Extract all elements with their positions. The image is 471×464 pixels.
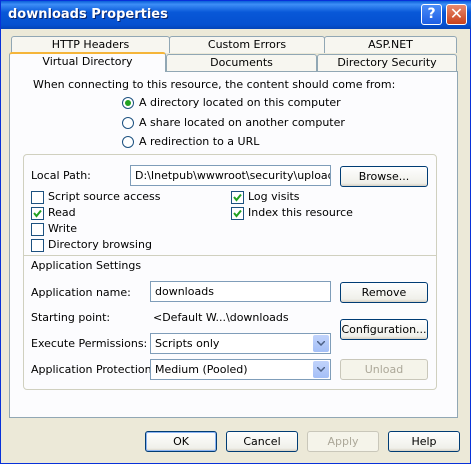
content-source-prompt: When connecting to this resource, the co… [33,78,396,91]
question-mark-icon: ? [427,6,436,22]
index-resource-label[interactable]: Index this resource [248,206,353,219]
tab-documents[interactable]: Documents [166,54,317,71]
apply-button[interactable]: Apply [307,431,379,452]
checkmark-icon [33,209,42,218]
help-title-button[interactable]: ? [421,4,442,25]
directory-browsing-label[interactable]: Directory browsing [48,238,152,251]
chevron-down-icon [317,367,325,372]
radio-network-share[interactable] [122,117,134,129]
write-label[interactable]: Write [48,222,77,235]
execute-permissions-value: Scripts only [155,337,220,350]
log-visits-label[interactable]: Log visits [248,190,300,203]
radio-url-redirect[interactable] [122,136,134,148]
checkbox-read[interactable] [31,207,44,220]
starting-point-value: <Default W...\downloads [153,311,289,324]
checkmark-icon [233,209,242,218]
configuration-button[interactable]: Configuration... [340,319,428,340]
checkbox-log-visits[interactable] [231,191,244,204]
application-settings-heading: Application Settings [31,259,142,272]
tab-asp-net[interactable]: ASP.NET [324,36,457,53]
ok-button[interactable]: OK [145,431,217,452]
tab-custom-errors[interactable]: Custom Errors [169,36,325,53]
checkbox-index-resource[interactable] [231,207,244,220]
remove-button[interactable]: Remove [340,282,428,303]
execute-permissions-select[interactable]: Scripts only [150,333,331,354]
help-button[interactable]: Help [388,431,460,452]
execute-permissions-label: Execute Permissions: [31,337,148,350]
application-name-input[interactable]: downloads [150,281,331,302]
tab-label: Directory Security [337,56,437,69]
tab-label: Virtual Directory [42,55,133,68]
tab-virtual-directory[interactable]: Virtual Directory [9,52,166,72]
checkmark-icon [233,193,242,202]
tab-label: Custom Errors [207,38,287,51]
tab-directory-security[interactable]: Directory Security [317,54,457,71]
radio-network-share-label[interactable]: A share located on another computer [139,116,345,129]
properties-dialog: downloads Properties ? ✕ HTTP Headers Cu… [0,0,471,464]
read-label[interactable]: Read [48,206,76,219]
application-protection-label: Application Protection: [31,363,156,376]
radio-url-redirect-label[interactable]: A redirection to a URL [139,135,259,148]
chevron-down-icon [317,341,325,346]
tab-label: Documents [210,56,273,69]
tab-panel: When connecting to this resource, the co… [9,71,458,418]
tab-label: ASP.NET [368,38,413,51]
dropdown-button[interactable] [313,361,329,378]
application-name-label: Application name: [31,286,131,299]
radio-local-directory-label[interactable]: A directory located on this computer [139,96,341,109]
tab-label: HTTP Headers [51,38,130,51]
local-path-input[interactable]: D:\Inetpub\wwwroot\security\uploads [130,165,331,186]
directory-settings-group: Local Path: D:\Inetpub\wwwroot\security\… [23,154,437,390]
script-source-access-label[interactable]: Script source access [48,190,161,203]
checkbox-write[interactable] [31,223,44,236]
radio-local-directory[interactable] [122,97,134,109]
local-path-label: Local Path: [31,169,91,182]
close-icon: ✕ [449,4,464,23]
dropdown-button[interactable] [313,335,329,352]
tab-http-headers[interactable]: HTTP Headers [11,36,170,53]
cancel-button[interactable]: Cancel [226,431,298,452]
window-title: downloads Properties [8,7,168,22]
browse-button[interactable]: Browse... [340,166,428,187]
unload-button[interactable]: Unload [340,359,428,380]
title-bar[interactable]: downloads Properties ? ✕ [1,1,471,29]
starting-point-label: Starting point: [31,311,111,324]
radio-selected-dot [125,100,131,106]
checkbox-script-source-access[interactable] [31,191,44,204]
close-button[interactable]: ✕ [446,4,467,25]
application-protection-select[interactable]: Medium (Pooled) [150,359,331,380]
application-protection-value: Medium (Pooled) [155,363,248,376]
divider [24,255,436,256]
checkbox-directory-browsing[interactable] [31,239,44,252]
